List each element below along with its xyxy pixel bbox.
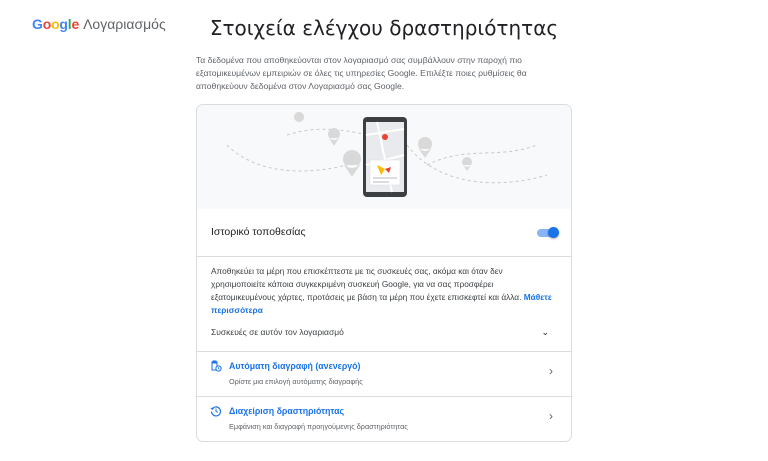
location-history-toggle[interactable] bbox=[537, 227, 559, 238]
auto-delete-subtitle: Ορίστε μια επιλογή αυτόματης διαγραφής bbox=[229, 377, 363, 386]
chevron-right-icon: › bbox=[549, 409, 553, 423]
intro-text: Τα δεδομένα που αποθηκεύονται στον λογαρ… bbox=[196, 55, 527, 91]
chevron-down-icon: ⌄ bbox=[541, 327, 549, 337]
description-text: Αποθηκεύει τα μέρη που επισκέπτεστε με τ… bbox=[211, 266, 522, 302]
phone-illustration bbox=[363, 117, 407, 197]
devices-dropdown[interactable]: Συσκευές σε αυτόν τον λογαριασμό ⌄ bbox=[211, 327, 557, 341]
location-illustration bbox=[197, 105, 571, 209]
location-history-label: Ιστορικό τοποθεσίας bbox=[211, 226, 306, 238]
auto-delete-row[interactable]: Αυτόματη διαγραφή (ανενεργό) Ορίστε μια … bbox=[197, 351, 571, 397]
location-history-row: Ιστορικό τοποθεσίας bbox=[197, 209, 571, 257]
devices-label: Συσκευές σε αυτόν τον λογαριασμό bbox=[211, 327, 344, 337]
history-icon bbox=[210, 406, 222, 417]
auto-delete-title: Αυτόματη διαγραφή (ανενεργό) bbox=[229, 361, 361, 371]
toggle-knob bbox=[548, 227, 559, 238]
location-history-card: Ιστορικό τοποθεσίας Αποθηκεύει τα μέρη π… bbox=[196, 104, 572, 442]
page-title: Στοιχεία ελέγχου δραστηριότητας bbox=[209, 16, 559, 40]
manage-activity-row[interactable]: Διαχείριση δραστηριότητας Εμφάνιση και δ… bbox=[197, 396, 571, 441]
location-history-description: Αποθηκεύει τα μέρη που επισκέπτεστε με τ… bbox=[211, 265, 557, 317]
manage-activity-subtitle: Εμφάνιση και διαγραφή προηγούμενης δραστ… bbox=[229, 422, 408, 431]
manage-activity-title: Διαχείριση δραστηριότητας bbox=[229, 406, 345, 416]
chevron-right-icon: › bbox=[549, 364, 553, 378]
auto-delete-icon bbox=[211, 360, 222, 372]
